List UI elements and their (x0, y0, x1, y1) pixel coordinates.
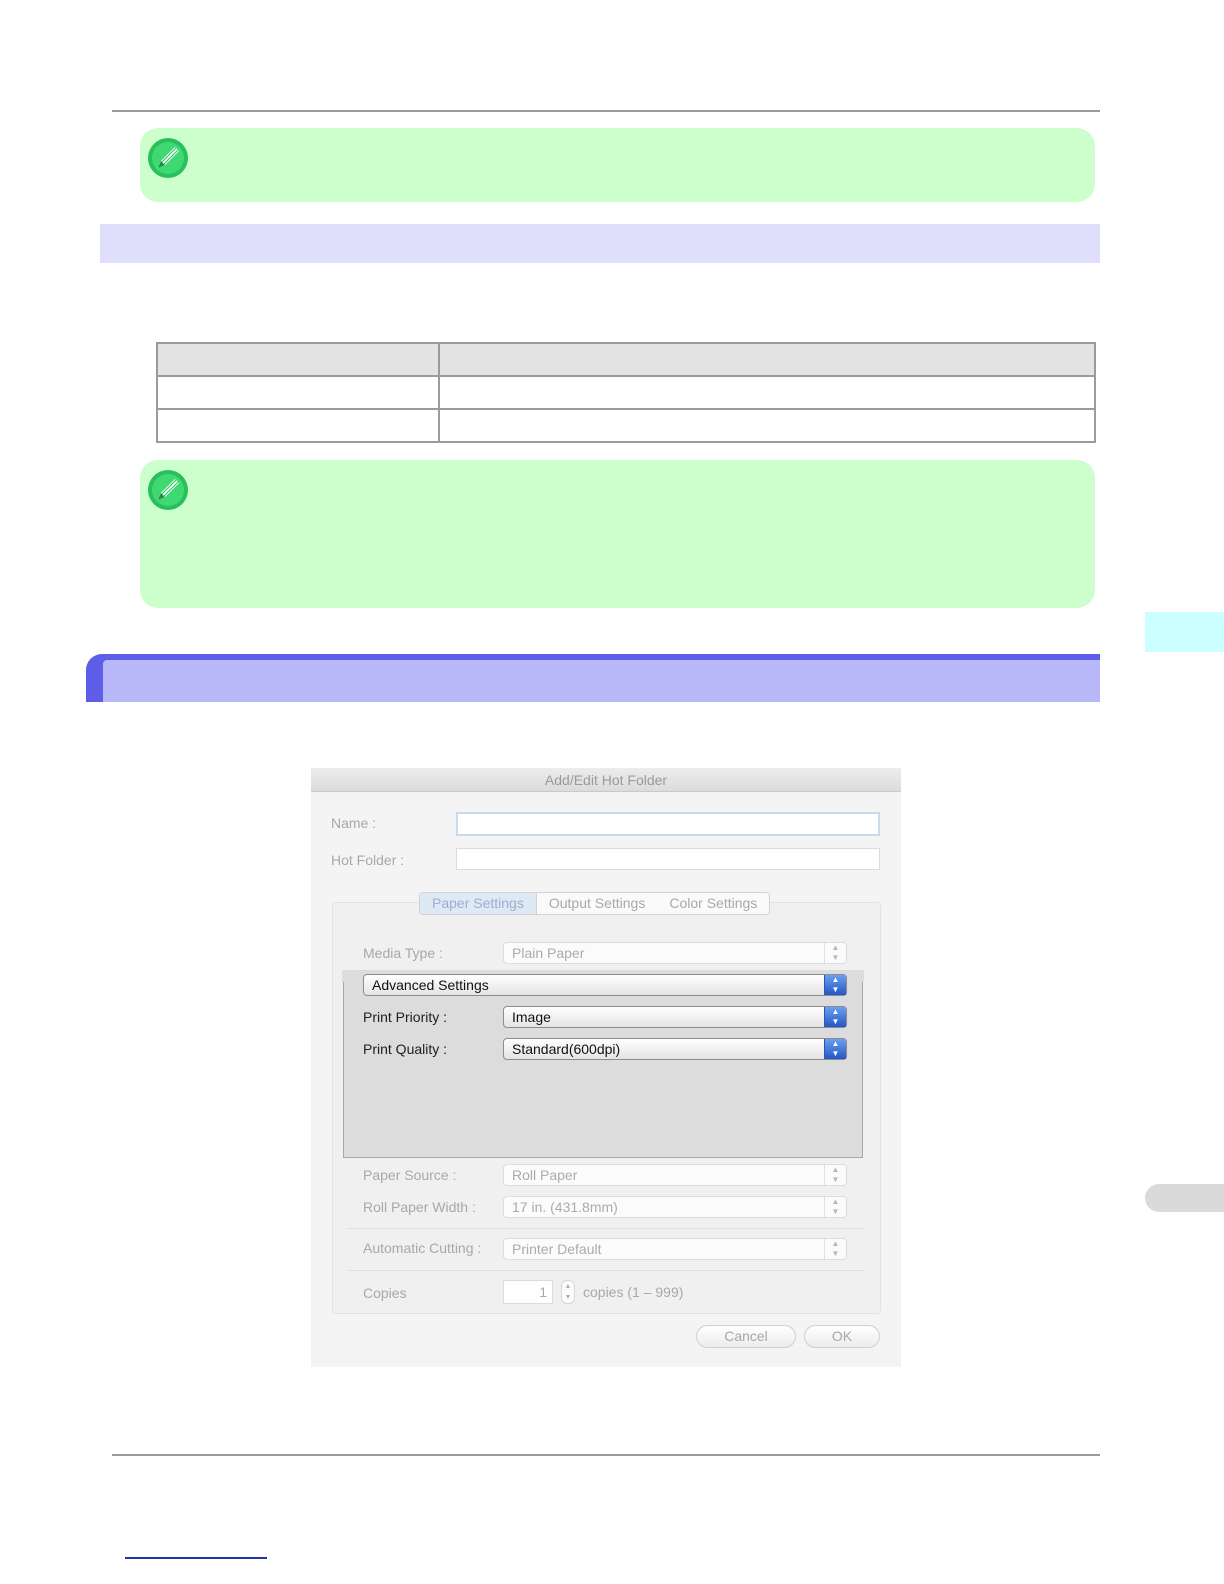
automatic-cutting-label: Automatic Cutting : (363, 1240, 482, 1256)
up-down-stepper-icon[interactable]: ▲ ▼ (561, 1280, 575, 1304)
popup-arrows-icon: ▲ ▼ (824, 1239, 846, 1259)
tab-output-settings[interactable]: Output Settings (537, 893, 658, 914)
copies-label: Copies (363, 1285, 407, 1301)
popup-arrows-icon: ▲ ▼ (824, 1007, 846, 1027)
advanced-settings-box (343, 970, 863, 1158)
divider (348, 1228, 864, 1229)
media-type-select[interactable]: Plain Paper ▲ ▼ (503, 942, 847, 964)
add-edit-hot-folder-dialog: Add/Edit Hot Folder Name : Hot Folder : … (311, 768, 901, 1367)
section-heading-band (100, 224, 1100, 263)
header-rule (112, 110, 1100, 112)
automatic-cutting-value: Printer Default (512, 1241, 602, 1257)
media-type-label: Media Type : (363, 945, 443, 961)
roll-paper-width-label: Roll Paper Width : (363, 1199, 476, 1215)
hot-folder-label: Hot Folder : (331, 852, 405, 868)
footer-link-underline[interactable] (125, 1557, 267, 1559)
name-field[interactable] (456, 812, 880, 836)
popup-arrows-icon: ▲ ▼ (824, 943, 846, 963)
print-priority-select[interactable]: Image ▲ ▼ (503, 1006, 847, 1028)
divider (348, 1270, 864, 1271)
advanced-settings-select[interactable]: Advanced Settings ▲ ▼ (363, 974, 847, 996)
copies-field[interactable]: 1 (503, 1280, 553, 1304)
cancel-button[interactable]: Cancel (696, 1325, 796, 1348)
popup-arrows-icon: ▲ ▼ (824, 1197, 846, 1217)
popup-arrows-icon: ▲ ▼ (824, 975, 846, 995)
dialog-title: Add/Edit Hot Folder (311, 768, 901, 792)
name-label: Name : (331, 815, 377, 831)
print-quality-label: Print Quality : (363, 1041, 448, 1057)
print-priority-value: Image (512, 1009, 551, 1025)
print-quality-value: Standard(600dpi) (512, 1041, 621, 1057)
print-quality-select[interactable]: Standard(600dpi) ▲ ▼ (503, 1038, 847, 1060)
roll-paper-width-select[interactable]: 17 in. (431.8mm) ▲ ▼ (503, 1196, 847, 1218)
copies-range-text: copies (1 – 999) (583, 1284, 684, 1300)
ok-button[interactable]: OK (804, 1325, 880, 1348)
hot-folder-field[interactable] (456, 848, 880, 870)
footer-rule (112, 1454, 1100, 1456)
automatic-cutting-select[interactable]: Printer Default ▲ ▼ (503, 1238, 847, 1260)
tab-color-settings[interactable]: Color Settings (657, 893, 769, 914)
chapter-side-tab (1145, 612, 1224, 652)
section-side-tab (1145, 1184, 1224, 1212)
print-priority-label: Print Priority : (363, 1009, 448, 1025)
media-type-value: Plain Paper (512, 945, 585, 961)
paper-source-value: Roll Paper (512, 1167, 578, 1183)
paper-source-label: Paper Source : (363, 1167, 457, 1183)
table-header-row (156, 342, 1096, 377)
popup-arrows-icon: ▲ ▼ (824, 1039, 846, 1059)
pencil-note-icon (148, 470, 188, 510)
chapter-heading-inner (103, 660, 1100, 702)
note-box (140, 128, 1095, 202)
settings-tabs: Paper Settings Output Settings Color Set… (419, 892, 771, 915)
table-row (156, 408, 1096, 443)
pencil-note-icon (148, 138, 188, 178)
paper-source-select[interactable]: Roll Paper ▲ ▼ (503, 1164, 847, 1186)
settings-table (156, 342, 1096, 443)
popup-arrows-icon: ▲ ▼ (824, 1165, 846, 1185)
note-box (140, 460, 1095, 608)
roll-paper-width-value: 17 in. (431.8mm) (512, 1199, 618, 1215)
table-row (156, 375, 1096, 410)
advanced-settings-value: Advanced Settings (372, 977, 489, 993)
tab-paper-settings[interactable]: Paper Settings (420, 893, 537, 914)
